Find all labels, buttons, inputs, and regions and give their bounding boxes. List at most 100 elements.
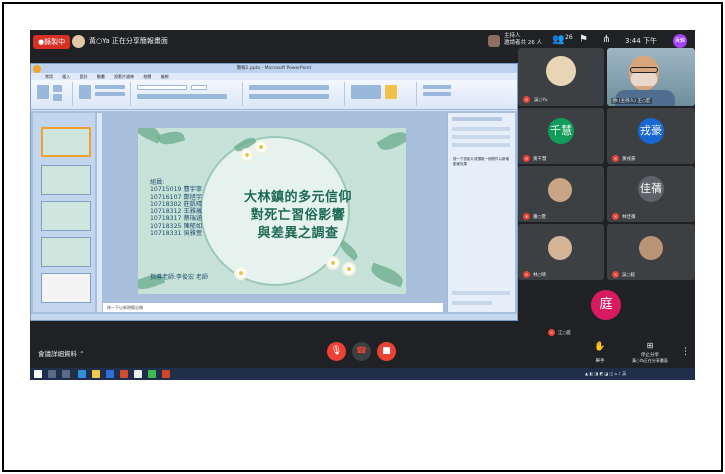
line-icon[interactable]	[148, 370, 156, 378]
presenting-sublabel: 黃○Ya正在分享畫面	[632, 358, 668, 363]
user-avatar[interactable]: 黃錦	[673, 34, 687, 48]
mic-off-button[interactable]: 🎙	[327, 342, 346, 361]
member-item: 10716107 鄭旭宇	[150, 193, 203, 201]
participant-tile-host-camera[interactable]: 你 (主持人) 王○宏	[607, 48, 695, 106]
font-size-select[interactable]	[191, 85, 207, 90]
participant-initial: 戎豪	[638, 118, 664, 144]
font-format-icons[interactable]	[137, 94, 227, 99]
file-explorer-icon[interactable]	[92, 370, 100, 378]
find-icon[interactable]	[423, 85, 451, 89]
ppt-ribbon	[31, 80, 517, 110]
align-icons[interactable]	[249, 94, 329, 99]
camera-off-button[interactable]: ■	[377, 342, 396, 361]
reset-icon[interactable]	[95, 92, 125, 96]
new-slide-icon[interactable]	[79, 85, 91, 99]
mic-off-icon: ✕	[612, 155, 619, 162]
paste-icon[interactable]	[37, 85, 49, 99]
participant-avatar	[548, 236, 572, 260]
participant-initial: 千慧	[548, 118, 574, 144]
search-icon[interactable]	[48, 370, 56, 378]
slide-title-line-3: 與差異之調查	[257, 226, 339, 241]
office-icon[interactable]	[120, 370, 128, 378]
tab-animation[interactable]: 動畫	[97, 74, 105, 79]
participant-avatar	[639, 236, 663, 260]
participant-tile[interactable]: 戎豪 ✕ 黃戎豪	[607, 108, 695, 164]
participant-tile[interactable]: 庭 ✕ 江○庭	[548, 282, 666, 338]
powerpoint-icon[interactable]	[162, 370, 170, 378]
cut-icon[interactable]	[53, 85, 62, 92]
meet-window: ●錄製中 黃○Ya 正在分享簡報畫面 主持人 邀請者共 26 人 👥 26 ⚑ …	[30, 30, 695, 380]
ribbon-group-paragraph	[245, 82, 345, 106]
recording-indicator[interactable]: ●錄製中	[33, 35, 71, 49]
office-button-icon[interactable]	[33, 65, 41, 73]
play-button[interactable]	[452, 291, 510, 295]
flower-decoration	[242, 150, 252, 160]
tab-design[interactable]: 設計	[80, 74, 88, 79]
autopreview-checkbox[interactable]	[452, 301, 492, 305]
slide-thumbnail[interactable]	[41, 273, 91, 303]
participant-tile[interactable]: ✕ 蕭○雯	[518, 166, 604, 222]
slide-thumbnail[interactable]	[41, 201, 91, 231]
ie-icon[interactable]	[106, 370, 114, 378]
clock: 3:44 下午	[625, 37, 657, 45]
layout-icon[interactable]	[95, 85, 125, 89]
flower-decoration	[344, 264, 354, 274]
more-options-icon[interactable]: ⋮	[681, 347, 690, 357]
mic-off-icon: ✕	[548, 329, 555, 336]
leaf-decoration	[156, 128, 186, 148]
participant-tile[interactable]: 千慧 ✕ 黃千慧	[518, 108, 604, 164]
leaf-decoration	[368, 262, 406, 288]
participant-grid: 吳○Yu ✕ 你 (主持人) 王○宏 千慧 ✕ 黃千慧 戎豪 ✕ 黃戎豪 ✕ 蕭…	[518, 48, 695, 338]
member-item: 10718325 陳郁如	[150, 222, 203, 230]
notes-pane[interactable]: 按一下以新增備忘稿	[103, 303, 443, 312]
ppt-ribbon-tabs: 常用 插入 設計 動畫 投影片放映 校閱 檢視	[31, 73, 517, 80]
tab-view[interactable]: 檢視	[161, 74, 169, 79]
chrome-icon[interactable]	[134, 370, 142, 378]
slide-thumbnail[interactable]	[41, 165, 91, 195]
screenshot-frame: ●錄製中 黃○Ya 正在分享簡報畫面 主持人 邀請者共 26 人 👥 26 ⚑ …	[2, 2, 723, 472]
activities-icon[interactable]: ⋔	[602, 34, 610, 45]
paragraph-icons[interactable]	[249, 85, 329, 90]
group-members: 組員: 10715019 曹宇寧 10716107 鄭旭宇 10718302 莊…	[150, 179, 203, 238]
meeting-details-button[interactable]: 會議詳細資料 ⌃	[38, 348, 85, 358]
modify-speed-select[interactable]	[452, 143, 510, 147]
slide-thumbnail[interactable]	[41, 237, 91, 267]
people-icon[interactable]: 👥	[552, 34, 564, 45]
tab-slideshow[interactable]: 投影片放映	[114, 74, 134, 79]
phone-hangup-icon: ☎	[355, 346, 368, 356]
present-screen-icon[interactable]: ⊞	[630, 341, 670, 350]
end-call-button[interactable]: ☎	[352, 342, 371, 361]
participant-tile[interactable]: ✕ 吳○毅	[607, 224, 695, 280]
captions-icon[interactable]: ✋	[590, 342, 610, 352]
replace-icon[interactable]	[423, 92, 451, 96]
font-name-select[interactable]	[137, 85, 187, 90]
current-slide: 大林鎮的多元信仰 對死亡習俗影響 與差異之調查 組員: 10715019 曹宇寧…	[138, 128, 406, 294]
modify-start-select[interactable]	[452, 135, 510, 139]
add-effect-button[interactable]	[452, 127, 510, 131]
windows-start-icon[interactable]	[34, 370, 42, 378]
flag-icon[interactable]: ⚑	[579, 34, 588, 45]
ribbon-group-font	[133, 82, 243, 106]
presenter-text: 黃○Ya 正在分享簡報畫面	[89, 37, 168, 45]
system-tray[interactable]: ▲ ◧ ◨ ◩ ◪ ◫ ⌂ ♪ 英	[585, 371, 626, 377]
participant-initial: 庭	[591, 290, 621, 320]
mic-off-icon: ✕	[523, 155, 530, 162]
participant-tile[interactable]: ✕ 林○晴	[518, 224, 604, 280]
ppt-title-bar: 簡報1.pptx - Microsoft PowerPoint	[31, 64, 517, 73]
copy-icon[interactable]	[53, 94, 62, 101]
host-avatar	[488, 35, 500, 47]
edge-icon[interactable]	[78, 370, 86, 378]
participant-tile[interactable]: 吳○Yu ✕	[518, 48, 604, 106]
ppt-status-bar	[31, 314, 517, 320]
ribbon-group-clipboard	[33, 82, 73, 106]
shapes-icon[interactable]	[351, 85, 381, 99]
participant-tile[interactable]: 佳蒨 ✕ 林佳蒨	[607, 166, 695, 222]
quick-styles-icon[interactable]	[385, 85, 397, 99]
tab-insert[interactable]: 插入	[62, 74, 70, 79]
tab-review[interactable]: 校閱	[143, 74, 151, 79]
slide-thumbnail[interactable]	[41, 127, 91, 157]
task-view-icon[interactable]	[62, 370, 70, 378]
mic-off-icon: ✕	[612, 213, 619, 220]
thumbnails-scrollbar[interactable]	[97, 113, 102, 312]
tab-home[interactable]: 常用	[45, 74, 53, 79]
